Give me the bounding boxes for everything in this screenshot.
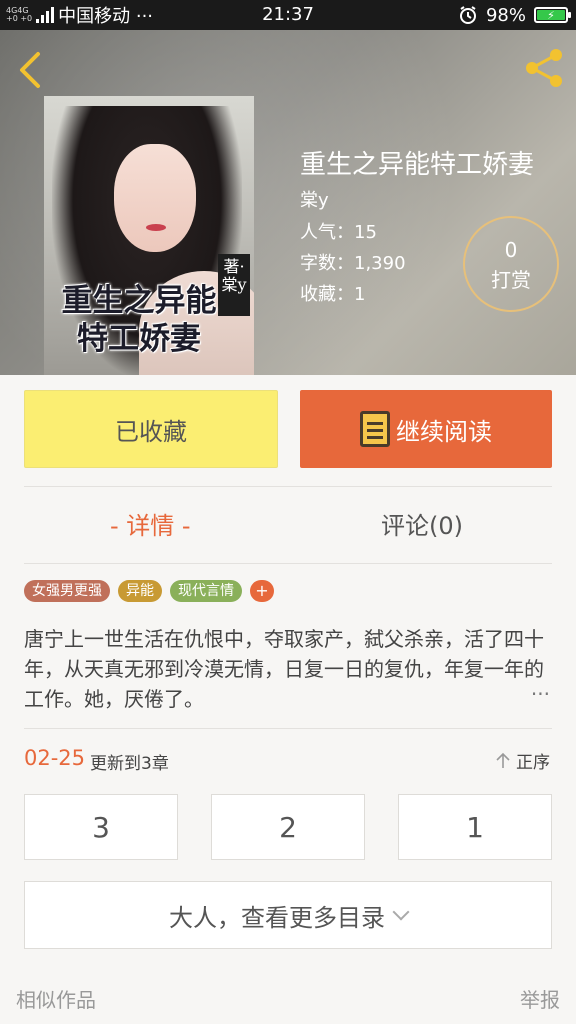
book-author[interactable]: 棠y — [300, 186, 329, 212]
tip-count: 0 — [504, 238, 518, 262]
back-button[interactable] — [14, 48, 50, 92]
update-date: 02-25 — [24, 746, 86, 770]
cover-face — [114, 144, 196, 252]
update-text: 更新到3章 — [90, 754, 169, 774]
tip-button[interactable]: 0 打赏 — [463, 216, 559, 312]
report-button[interactable]: 举报 — [520, 984, 560, 1013]
cover-lips — [146, 224, 166, 231]
sort-label: 正序 — [516, 753, 550, 773]
word-count: 字数：1,390 — [300, 253, 406, 274]
chapter-button[interactable]: 3 — [24, 794, 178, 860]
divider — [24, 563, 552, 564]
book-title: 重生之异能特工娇妻 — [300, 150, 535, 180]
continue-reading-button[interactable]: 继续阅读 — [300, 390, 552, 468]
favorited-button[interactable]: 已收藏 — [24, 390, 278, 468]
divider — [24, 486, 552, 487]
favorites-count: 收藏：1 — [300, 284, 366, 305]
chevron-left-icon — [20, 52, 40, 88]
add-tag-button[interactable]: + — [250, 580, 274, 602]
popularity: 人气：15 — [300, 222, 377, 243]
sort-button[interactable]: 正序 — [494, 748, 550, 773]
status-right: 98% ⚡ — [458, 0, 571, 30]
alarm-icon — [459, 6, 476, 24]
share-button[interactable] — [522, 46, 566, 90]
tag-list: 女强男更强 异能 现代言情 + — [24, 580, 274, 602]
chevron-down-icon — [392, 903, 410, 921]
battery-icon: ⚡ — [534, 7, 571, 23]
tab-detail[interactable]: - 详情 - — [110, 506, 191, 541]
more-directory-button[interactable]: 大人，查看更多目录 — [24, 881, 552, 949]
tag-item[interactable]: 女强男更强 — [24, 580, 110, 602]
similar-works-heading: 相似作品 — [16, 988, 96, 1012]
cover-title: 重生之异能特工娇妻 — [61, 283, 217, 357]
chapter-button[interactable]: 1 — [398, 794, 552, 860]
tab-comments[interactable]: 评论(0) — [381, 506, 463, 541]
book-icon — [360, 411, 390, 447]
book-header: 著·棠y 重生之异能特工娇妻 重生之异能特工娇妻 棠y 人气：15 字数：1,3… — [0, 30, 576, 375]
arrow-up-icon — [496, 752, 510, 768]
tag-item[interactable]: 异能 — [118, 580, 162, 602]
book-cover[interactable]: 著·棠y 重生之异能特工娇妻 — [44, 96, 254, 375]
battery-percent: 98% — [485, 4, 526, 26]
book-description: 唐宁上一世生活在仇恨中，夺取家产，弑父杀亲，活了四十年，从天真无邪到冷漠无情，日… — [24, 627, 544, 711]
status-bar: 4G4G +0 +0 中国移动 ··· 21:37 98% ⚡ — [0, 0, 576, 30]
tag-item[interactable]: 现代言情 — [170, 580, 242, 602]
favorited-label: 已收藏 — [115, 417, 187, 446]
divider — [24, 728, 552, 729]
share-icon — [526, 49, 562, 87]
tip-label: 打赏 — [491, 268, 531, 292]
more-directory-label: 大人，查看更多目录 — [169, 903, 385, 932]
continue-reading-label: 继续阅读 — [396, 417, 492, 446]
expand-description-button[interactable]: ··· — [531, 682, 550, 706]
chapter-button[interactable]: 2 — [211, 794, 365, 860]
